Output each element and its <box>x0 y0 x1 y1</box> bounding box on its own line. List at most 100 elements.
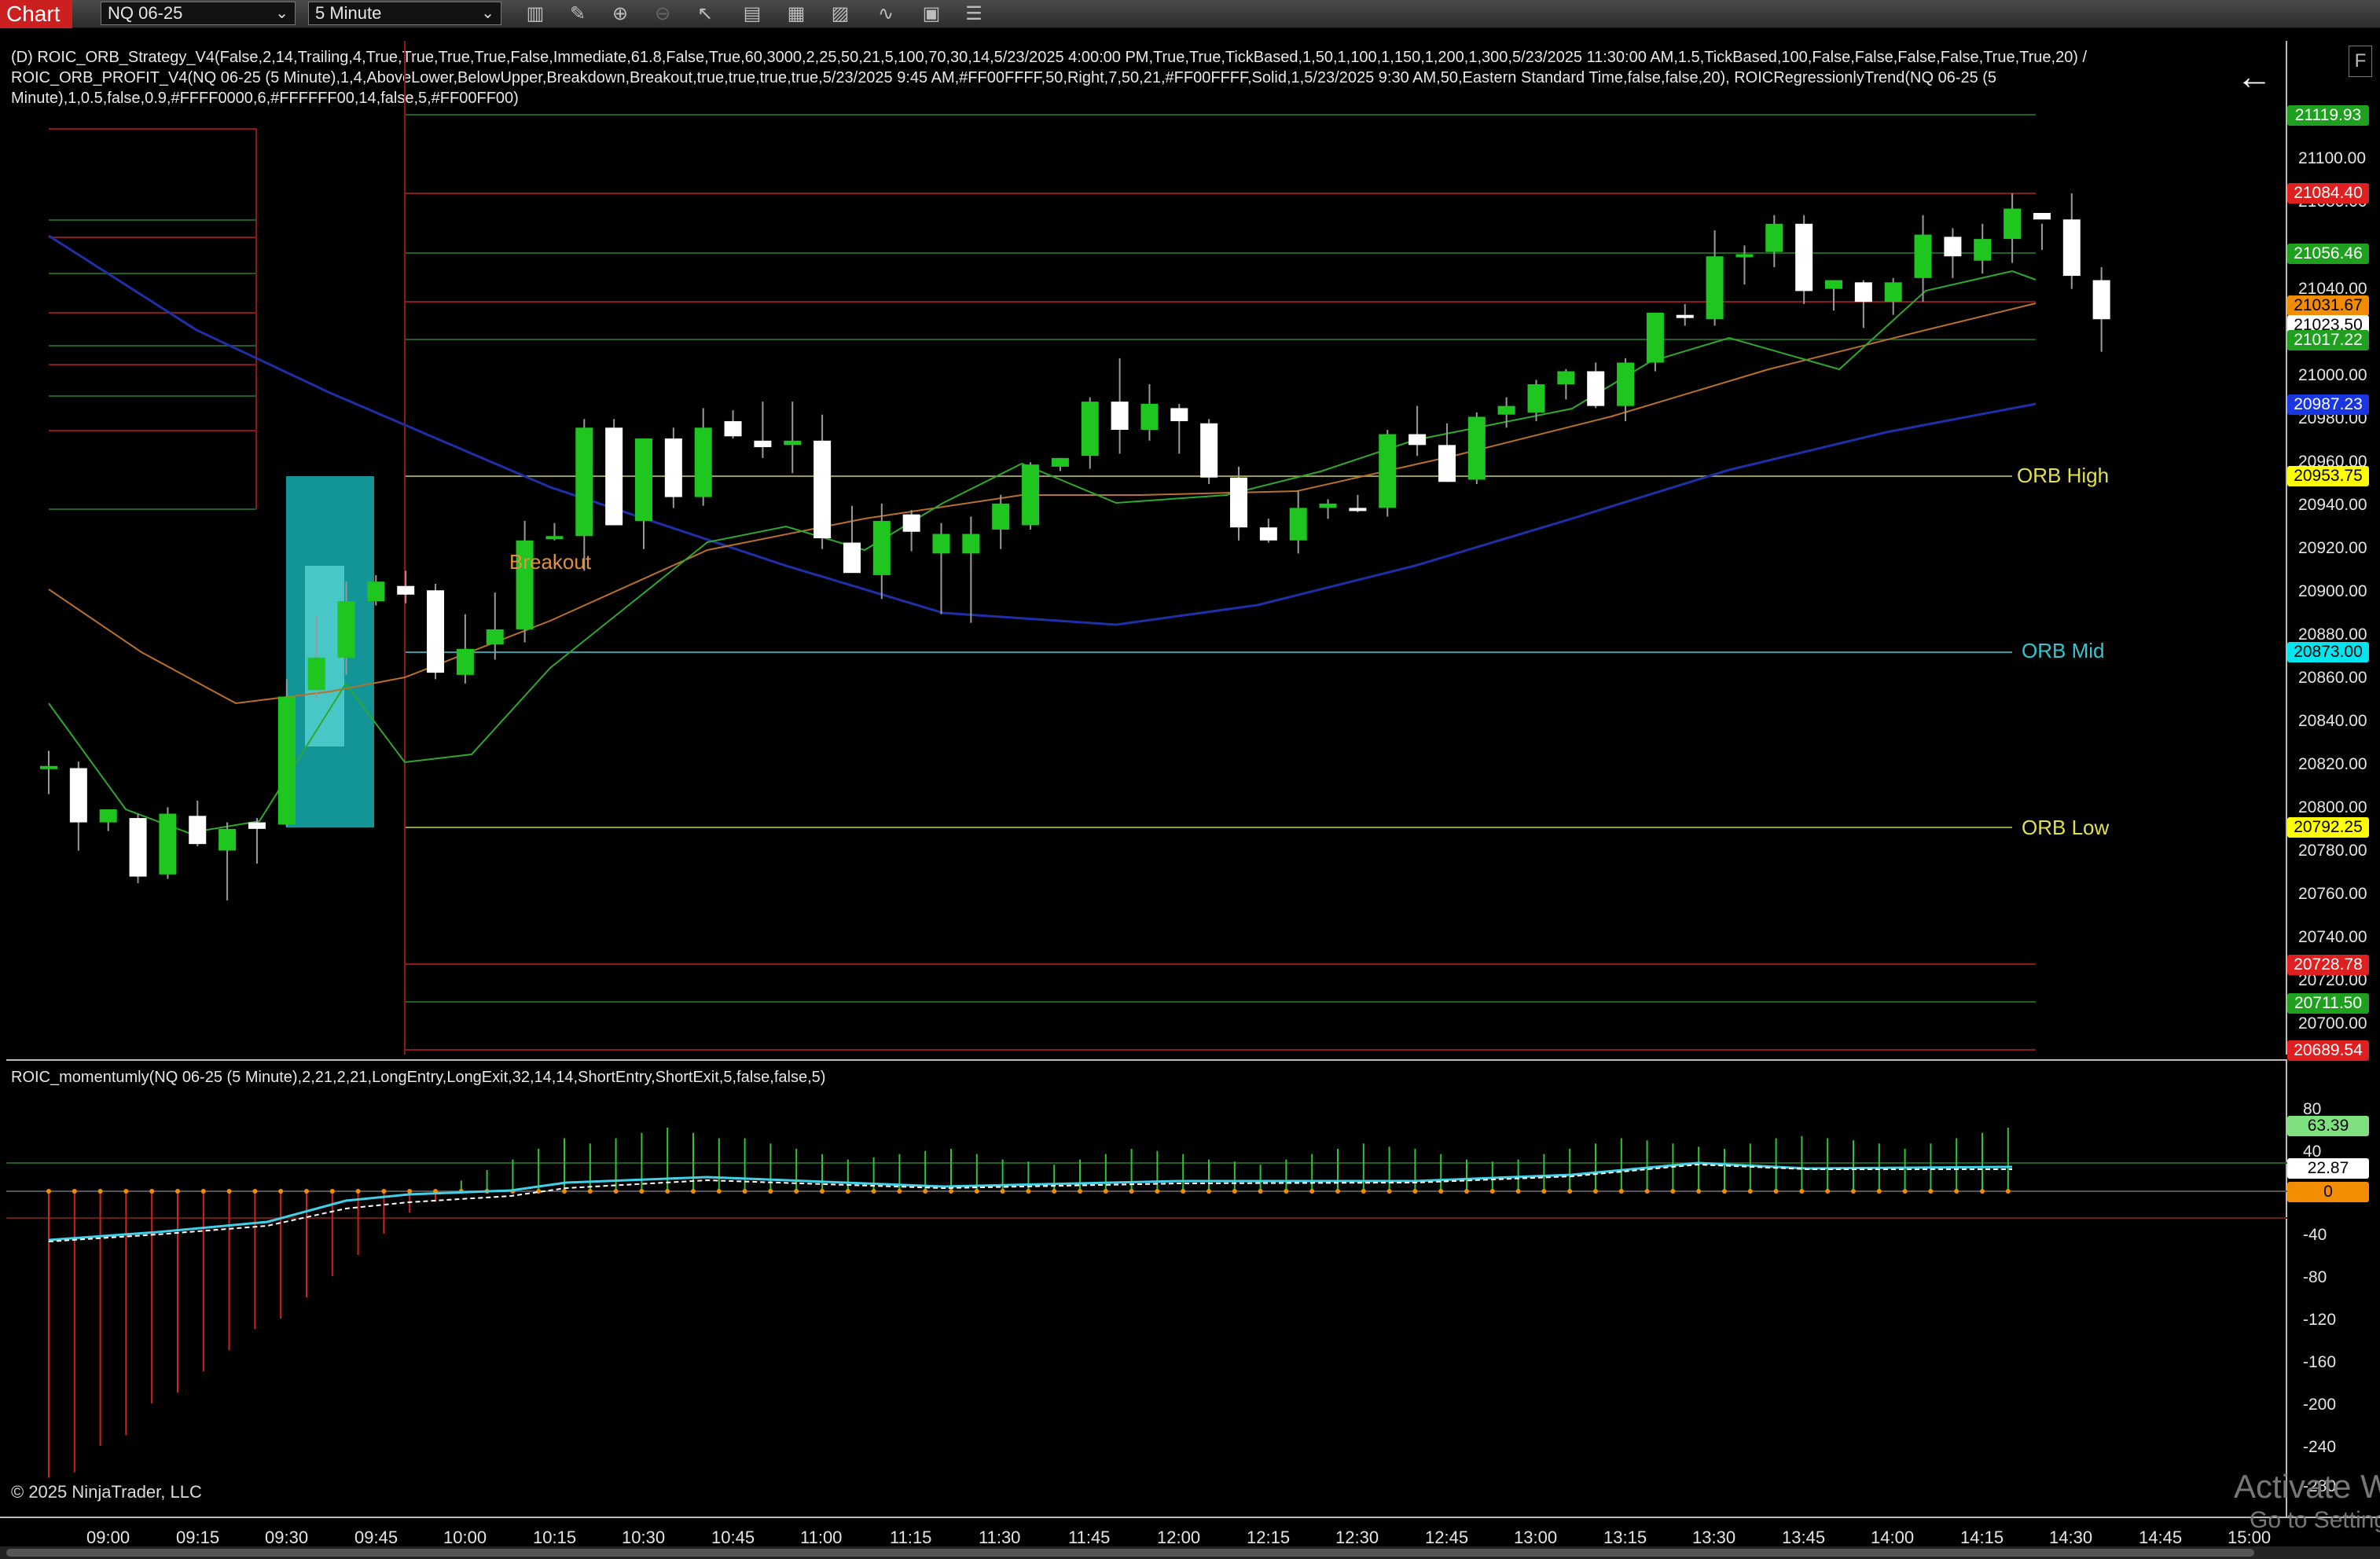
zero-dot <box>1489 1189 1495 1194</box>
time-axis-tick: 09:45 <box>354 1528 399 1547</box>
candle-body <box>932 534 950 554</box>
candle-body <box>1409 434 1427 446</box>
candle-body <box>1349 508 1367 512</box>
candle-body <box>1617 362 1635 406</box>
candle-body <box>664 438 682 497</box>
zero-dot <box>587 1189 593 1194</box>
zero-dot <box>1284 1189 1289 1194</box>
zero-dot <box>1902 1189 1908 1194</box>
price-badge: 20689.54 <box>2287 1040 2369 1061</box>
zero-dot <box>1799 1189 1805 1194</box>
time-axis-tick: 10:15 <box>533 1528 577 1547</box>
osc-axis-tick: -40 <box>2303 1226 2327 1244</box>
candle-body <box>2004 208 2022 240</box>
candle-body <box>1795 223 1813 292</box>
time-axis-tick: 10:30 <box>622 1528 666 1547</box>
price-axis-tick: 20780.00 <box>2298 842 2367 860</box>
horizontal-scrollbar[interactable] <box>0 1546 2380 1559</box>
zero-dot <box>923 1189 928 1194</box>
candle-body <box>1854 282 1872 303</box>
zero-dot <box>226 1189 232 1194</box>
time-axis-tick: 14:00 <box>1871 1528 1915 1547</box>
candle-body <box>1825 280 1842 289</box>
time-axis-tick: 12:00 <box>1157 1528 1201 1547</box>
candle-body <box>1081 402 1099 457</box>
zero-dot <box>1181 1189 1186 1194</box>
candle-body <box>40 765 57 769</box>
zero-dot <box>665 1189 670 1194</box>
zero-dot <box>304 1189 309 1194</box>
candle-body <box>1467 416 1486 480</box>
zero-dot <box>1928 1189 1934 1194</box>
price-badge: 21031.67 <box>2287 295 2369 316</box>
candle-body <box>219 828 237 851</box>
osc-axis-tick: -240 <box>2303 1438 2337 1456</box>
signal-line <box>48 1163 2012 1242</box>
time-axis-tick: 11:00 <box>800 1528 843 1547</box>
zero-dot <box>716 1189 722 1194</box>
zero-dot <box>974 1189 979 1194</box>
back-arrow-icon[interactable]: ← <box>2236 55 2272 97</box>
time-axis-tick: 13:15 <box>1603 1528 1647 1547</box>
time-axis-tick: 14:30 <box>2049 1528 2093 1547</box>
time-axis-tick: 13:00 <box>1514 1528 1558 1547</box>
zero-dot <box>1412 1189 1418 1194</box>
osc-badge: 22.87 <box>2287 1158 2369 1179</box>
price-axis-tick: 20920.00 <box>2298 539 2367 557</box>
time-axis-tick: 09:00 <box>86 1528 130 1547</box>
zero-dot <box>1026 1189 1031 1194</box>
zero-dot <box>1851 1189 1856 1194</box>
zero-dot <box>1258 1189 1263 1194</box>
candle-body <box>1111 402 1129 430</box>
orb-mid-label: ORB Mid <box>2022 639 2105 662</box>
zero-dot <box>1696 1189 1702 1194</box>
zero-dot <box>1103 1189 1108 1194</box>
candle-body <box>872 520 891 575</box>
time-axis-tick: 10:00 <box>443 1528 487 1547</box>
candle-body <box>69 768 87 823</box>
candle-body <box>486 629 504 645</box>
zero-dot <box>2005 1189 2011 1194</box>
price-badge: 21119.93 <box>2287 105 2369 126</box>
time-axis-tick: 12:45 <box>1425 1528 1469 1547</box>
time-axis-tick: 11:15 <box>890 1528 932 1547</box>
price-badge: 21017.22 <box>2287 330 2369 350</box>
zero-dot <box>1593 1189 1598 1194</box>
candle-body <box>1289 508 1307 541</box>
candle-body <box>1140 403 1159 430</box>
zero-dot <box>1825 1189 1831 1194</box>
price-axis-tick: 20760.00 <box>2298 885 2367 903</box>
candle-body <box>159 813 177 875</box>
candle-body <box>1557 371 1575 385</box>
candle-body <box>1765 223 1783 252</box>
time-axis-tick: 11:30 <box>979 1528 1021 1547</box>
candle-body <box>129 818 147 877</box>
zero-dot <box>562 1189 567 1194</box>
properties-button[interactable]: F <box>2349 46 2372 77</box>
candle-body <box>1974 239 1992 261</box>
zero-dot <box>1876 1189 1882 1194</box>
osc-axis-tick: -120 <box>2303 1311 2337 1329</box>
zero-dot <box>871 1189 876 1194</box>
scrollbar-thumb[interactable] <box>6 1549 2254 1557</box>
candle-body <box>1200 423 1218 478</box>
zero-dot <box>200 1189 206 1194</box>
candle-body <box>1230 477 1247 528</box>
candle-body <box>1587 371 1605 406</box>
price-badge: 21084.40 <box>2287 183 2369 204</box>
zero-dot <box>949 1189 953 1194</box>
candle-body <box>724 420 742 437</box>
zero-dot <box>1515 1189 1521 1194</box>
zero-dot <box>1000 1189 1005 1194</box>
price-badge: 20873.00 <box>2287 642 2369 662</box>
candle-body <box>1170 408 1188 421</box>
zero-dot <box>1232 1189 1237 1194</box>
time-axis-tick: 13:45 <box>1782 1528 1826 1547</box>
zero-dot <box>1670 1189 1676 1194</box>
candle-body <box>99 809 117 823</box>
zero-dot <box>820 1189 825 1194</box>
zero-dot <box>252 1189 258 1194</box>
candle-body <box>843 542 861 574</box>
zero-dot <box>768 1189 773 1194</box>
zero-dot <box>1052 1189 1057 1194</box>
